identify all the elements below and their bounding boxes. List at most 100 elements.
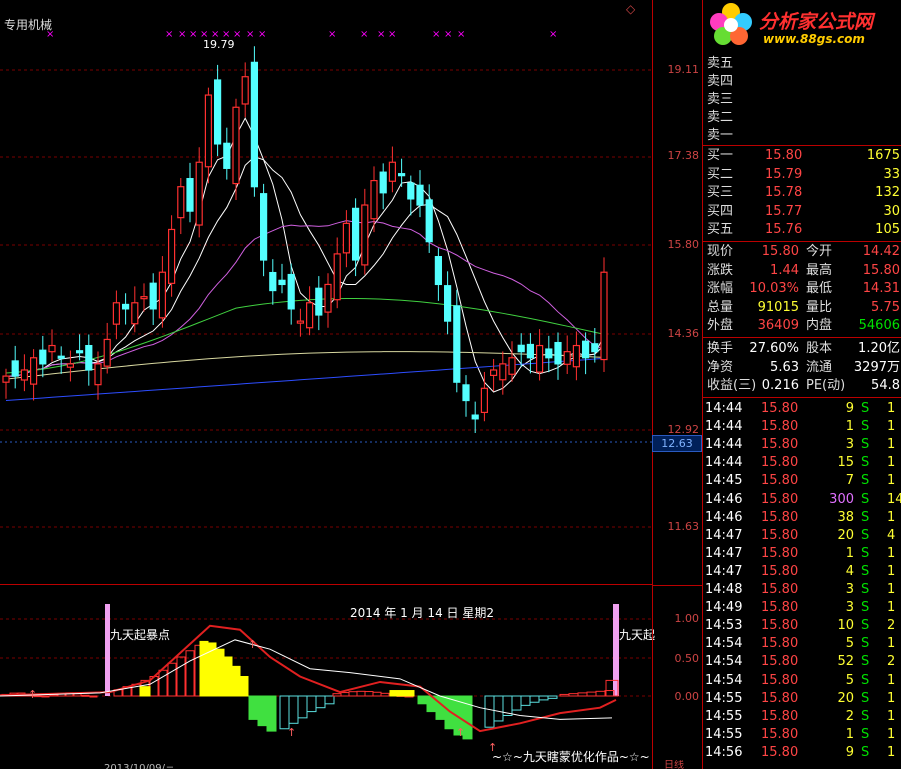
fundamental-row[interactable]: 净资 5.63 流通 3297万 xyxy=(703,359,901,377)
x-marker: × xyxy=(432,29,441,40)
tick-price: 15.80 xyxy=(761,600,799,616)
level-label: 买一 xyxy=(707,148,734,163)
tick-time: 14:56 xyxy=(705,744,743,760)
x-marker: × xyxy=(233,29,242,40)
tick-row[interactable]: 14:54 15.80 5 S 1 xyxy=(703,672,901,690)
candle-down xyxy=(57,355,65,359)
fundamental-row[interactable]: 换手 27.60% 股本 1.20亿 xyxy=(703,340,901,358)
tick-volume: 4 xyxy=(845,563,854,579)
candle-down xyxy=(581,340,590,359)
tick-row[interactable]: 14:47 15.80 20 S 4 xyxy=(703,527,901,545)
buy-level[interactable]: 买二 15.79 33 xyxy=(703,166,901,184)
candle-up xyxy=(499,363,507,381)
buy-level[interactable]: 买四 15.77 30 xyxy=(703,203,901,221)
candle-up xyxy=(296,320,304,324)
indicator-bar xyxy=(167,662,177,697)
indicator-bar xyxy=(279,695,290,730)
tick-count: 1 xyxy=(887,401,896,416)
tick-time: 14:48 xyxy=(705,582,743,597)
tick-row[interactable]: 14:56 15.80 9 S 1 xyxy=(703,744,901,762)
indicator-bar xyxy=(324,695,335,705)
x-marker: × xyxy=(360,29,369,40)
tick-count: 14 xyxy=(887,491,901,507)
tick-row[interactable]: 14:53 15.80 10 S 2 xyxy=(703,617,901,635)
buy-level[interactable]: 买五 15.76 105 xyxy=(703,221,901,239)
quote-row[interactable]: 涨幅 10.03% 最低 14.31 xyxy=(703,280,901,298)
buy-level[interactable]: 买一 15.80 1675 xyxy=(703,147,901,165)
quote-row[interactable]: 现价 15.80 今开 14.42 xyxy=(703,243,901,261)
quote-value: 15.80 xyxy=(862,262,900,278)
tick-row[interactable]: 14:55 15.80 2 S 1 xyxy=(703,708,901,726)
fund-label: 净资 xyxy=(707,359,734,375)
candle-up xyxy=(94,363,102,386)
site-logo[interactable]: 分析家公式网 www.88gs.com xyxy=(703,0,901,50)
indicator-chart[interactable]: ↑↑↑ ↑↑ xyxy=(0,586,652,769)
candle-down xyxy=(545,348,553,359)
kline-chart[interactable] xyxy=(0,0,652,585)
fundamental-row[interactable]: 收益(三) 0.216 PE(动) 54.8 xyxy=(703,377,901,395)
quote-label: 最低 xyxy=(806,281,833,296)
fund-label: PE(动) xyxy=(806,378,846,393)
tick-row[interactable]: 14:47 15.80 4 S 1 xyxy=(703,563,901,581)
candle-up xyxy=(480,387,488,414)
quote-row[interactable]: 外盘 36409 内盘 54606 xyxy=(703,317,901,335)
indicator-bar xyxy=(239,676,249,697)
indicator-bar xyxy=(417,695,428,705)
tick-side: S xyxy=(861,419,870,435)
tick-row[interactable]: 14:55 15.80 20 S 1 xyxy=(703,690,901,708)
quote-label: 量比 xyxy=(806,299,833,315)
candle-up xyxy=(168,228,176,284)
tick-price: 15.80 xyxy=(761,672,799,688)
tick-count: 2 xyxy=(887,618,896,634)
signal-bar-left xyxy=(105,604,110,696)
candle-down xyxy=(398,173,406,177)
tick-row[interactable]: 14:46 15.80 38 S 1 xyxy=(703,509,901,527)
tick-side: S xyxy=(861,726,870,742)
quote-row[interactable]: 涨跌 1.44 最高 15.80 xyxy=(703,262,901,280)
candle-up xyxy=(158,271,166,319)
quote-row[interactable]: 总量 91015 量比 5.75 xyxy=(703,299,901,317)
ma10-line xyxy=(6,156,605,377)
quote-panel: 分析家公式网 www.88gs.com 卖五 卖四 卖三 卖二 卖一 买一 15.80 16… xyxy=(702,0,901,769)
tick-side: S xyxy=(861,600,870,616)
tick-price: 15.80 xyxy=(761,636,799,652)
candle-up xyxy=(370,179,378,220)
tick-row[interactable]: 14:49 15.80 3 S 1 xyxy=(703,599,901,617)
tick-row[interactable]: 14:44 15.80 3 S 1 xyxy=(703,436,901,454)
tick-time: 14:55 xyxy=(705,690,743,706)
tick-price: 15.80 xyxy=(761,473,799,489)
diamond-icon[interactable]: ◇ xyxy=(626,2,635,16)
tick-row[interactable]: 14:44 15.80 9 S 1 xyxy=(703,400,901,418)
tick-row[interactable]: 14:54 15.80 52 S 2 xyxy=(703,653,901,671)
tick-row[interactable]: 14:48 15.80 3 S 1 xyxy=(703,581,901,599)
tick-row[interactable]: 14:46 15.80 300 S 14 xyxy=(703,491,901,509)
indicator-bar xyxy=(81,694,90,697)
x-marker: × xyxy=(46,29,55,40)
tick-row[interactable]: 14:45 15.80 7 S 1 xyxy=(703,472,901,490)
tick-row[interactable]: 14:55 15.80 1 S 1 xyxy=(703,726,901,744)
sell-level[interactable]: 卖三 xyxy=(703,91,901,109)
candle-down xyxy=(425,199,433,243)
buy-level[interactable]: 买三 15.78 132 xyxy=(703,184,901,202)
sell-level[interactable]: 卖四 xyxy=(703,73,901,91)
candle-down xyxy=(379,171,387,194)
tick-row[interactable]: 14:54 15.80 5 S 1 xyxy=(703,635,901,653)
candle-down xyxy=(462,384,470,402)
sell-level[interactable]: 卖二 xyxy=(703,109,901,127)
tick-row[interactable]: 14:44 15.80 1 S 1 xyxy=(703,418,901,436)
fund-value: 3297万 xyxy=(853,359,900,375)
quote-label: 涨跌 xyxy=(707,262,734,278)
tick-row[interactable]: 14:44 15.80 15 S 1 xyxy=(703,454,901,472)
indicator-bar xyxy=(41,695,50,698)
tick-row[interactable]: 14:47 15.80 1 S 1 xyxy=(703,545,901,563)
indicator-bar xyxy=(340,692,350,697)
candle-up xyxy=(388,161,396,182)
candle-down xyxy=(471,414,479,420)
quote-label: 外盘 xyxy=(707,318,734,333)
tick-volume: 15 xyxy=(837,455,854,471)
sell-level[interactable]: 卖五 xyxy=(703,55,901,73)
sell-level[interactable]: 卖一 xyxy=(703,127,901,145)
tick-count: 1 xyxy=(887,437,896,453)
tick-count: 1 xyxy=(887,473,896,489)
tick-volume: 2 xyxy=(845,708,854,724)
